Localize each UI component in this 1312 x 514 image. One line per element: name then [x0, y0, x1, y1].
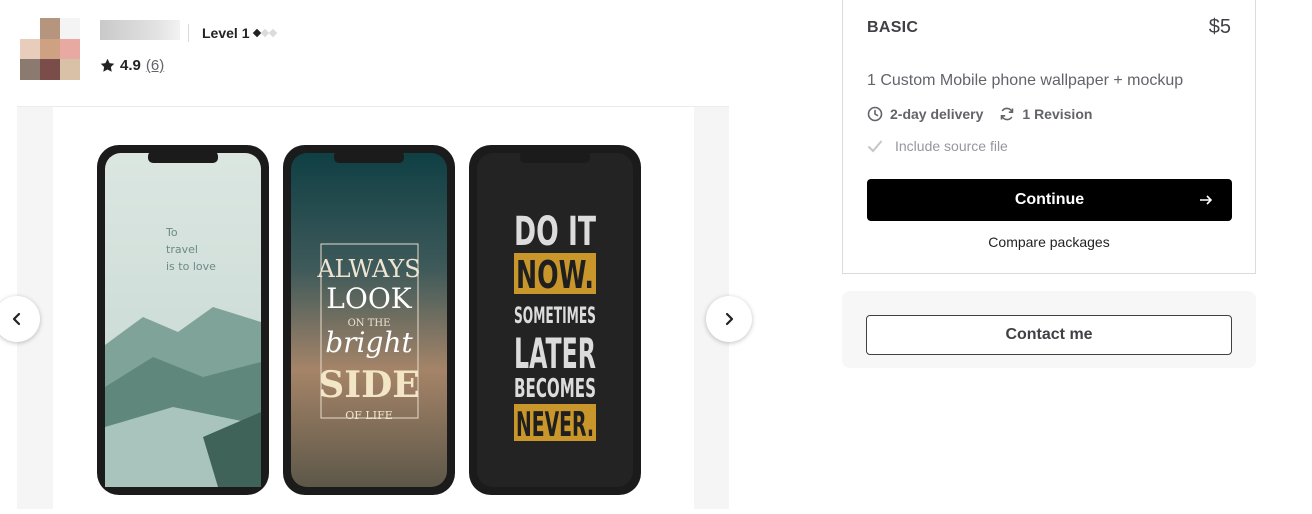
phone1-line2: travel	[166, 243, 198, 256]
level-diamonds-icon	[253, 28, 278, 38]
phone2-line4: bright	[325, 326, 413, 359]
phone1-line3: is to love	[166, 260, 216, 273]
seller-rating: 4.9 (6)	[100, 57, 164, 74]
review-count-link[interactable]: (6)	[146, 57, 164, 74]
phone3-line4: LATER	[514, 329, 596, 378]
seller-level-label: Level 1	[202, 25, 250, 41]
feature-item: Include source file	[867, 138, 1008, 154]
phone3-line3: SOMETIMES	[514, 304, 596, 329]
phone3-line1: DO IT	[514, 209, 596, 255]
seller-avatar[interactable]	[20, 18, 80, 80]
delivery-label: 2-day delivery	[890, 106, 984, 122]
rating-score: 4.9	[120, 57, 141, 74]
phone3-line6: NEVER.	[516, 405, 594, 445]
refresh-icon	[1001, 107, 1014, 121]
divider	[188, 24, 189, 42]
chevron-left-icon	[12, 312, 21, 326]
revision-label: 1 Revision	[1022, 106, 1093, 122]
phone2-line2: LOOK	[326, 282, 413, 315]
seller-name-blurred[interactable]	[100, 20, 180, 40]
phone2-line6: OF LIFE	[345, 409, 392, 422]
package-price: $5	[1208, 16, 1231, 38]
phone-mockup-image: To travel is to love ALWAYS LOOK ON THE …	[97, 145, 641, 495]
package-name: BASIC	[867, 19, 919, 36]
revision-info: 1 Revision	[999, 106, 1092, 122]
phone1-line1: To	[165, 226, 178, 239]
clock-icon	[867, 106, 883, 122]
continue-button[interactable]: Continue	[867, 179, 1232, 221]
package-meta: 2-day delivery 1 Revision	[867, 106, 1108, 122]
package-description: 1 Custom Mobile phone wallpaper + mockup	[867, 72, 1184, 89]
contact-section: Contact me	[842, 291, 1256, 368]
phone2-line1: ALWAYS	[316, 255, 420, 283]
arrow-right-icon	[1200, 195, 1213, 205]
package-card: BASIC $5 1 Custom Mobile phone wallpaper…	[842, 0, 1256, 274]
gallery-image: To travel is to love ALWAYS LOOK ON THE …	[53, 107, 694, 509]
check-icon	[867, 140, 883, 153]
compare-packages-link[interactable]: Compare packages	[843, 234, 1255, 250]
continue-label: Continue	[1014, 191, 1085, 208]
image-gallery: To travel is to love ALWAYS LOOK ON THE …	[17, 106, 729, 509]
star-icon	[100, 58, 115, 72]
phone3-line2: NOW.	[516, 253, 594, 297]
phone3-line5: BECOMES	[514, 374, 596, 404]
delivery-info: 2-day delivery	[867, 106, 983, 122]
seller-level: Level 1	[202, 25, 278, 41]
feature-label: Include source file	[895, 138, 1008, 154]
gallery-next-button[interactable]	[706, 296, 752, 342]
phone2-line5: SIDE	[318, 364, 420, 406]
contact-me-button[interactable]: Contact me	[866, 315, 1232, 355]
chevron-right-icon	[725, 312, 734, 326]
